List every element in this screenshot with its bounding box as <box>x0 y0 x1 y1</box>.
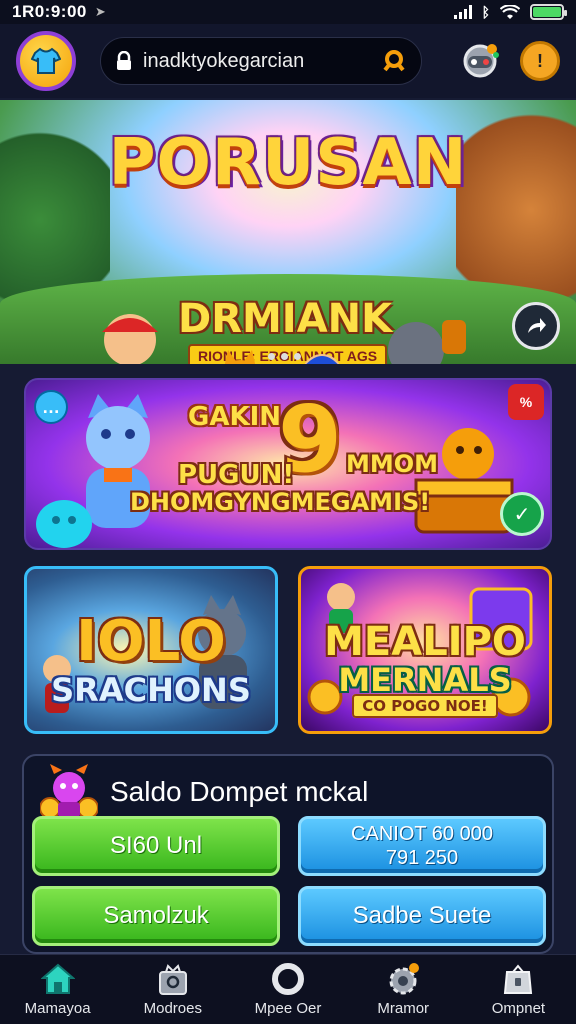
blue-blob-character <box>36 500 92 548</box>
nav-item-ompnet[interactable]: Ompnet <box>461 955 576 1024</box>
promo-line-left: PUGUN! <box>178 460 295 490</box>
key-icon[interactable] <box>381 48 407 74</box>
promo-label-top: GAKIN <box>188 402 282 432</box>
gray-bear-character <box>388 320 466 364</box>
wallet-button-4[interactable]: Sadbe Suete <box>298 886 546 946</box>
carousel-dot[interactable] <box>281 353 288 360</box>
tile-title: MEALIPO <box>324 619 526 665</box>
wifi-icon <box>500 4 520 19</box>
blue-hair-character <box>304 354 340 364</box>
shirt-icon <box>31 47 61 74</box>
nav-item-modroes[interactable]: Modroes <box>115 955 230 1024</box>
nav-label: Ompnet <box>491 1000 546 1017</box>
info-coin-button[interactable]: ! <box>520 41 560 81</box>
orange-fox-character <box>224 350 256 364</box>
share-button[interactable] <box>512 302 560 350</box>
battery-icon <box>530 4 567 20</box>
chat-bubble-icon[interactable]: … <box>34 390 68 424</box>
wallet-button-2[interactable]: CANIOT 60 000 791 250 <box>298 816 546 876</box>
wallet-button-label: SI60 Unl <box>109 832 203 859</box>
location-arrow-icon: ➤ <box>94 4 106 19</box>
lock-icon <box>117 51 131 70</box>
carousel-dot[interactable] <box>294 353 301 360</box>
url-bar[interactable]: inadktyokegarcian <box>100 37 422 85</box>
promo-line-right: MMOM <box>346 450 439 478</box>
red-character <box>102 314 158 364</box>
wallet-button-3[interactable]: Samolzuk <box>32 886 280 946</box>
nav-label: Modroes <box>143 1000 202 1017</box>
signal-icon <box>453 5 472 19</box>
nav-label: Mamayoa <box>24 1000 91 1017</box>
wallet-button-label: Sadbe Suete <box>352 902 492 929</box>
nav-item-home[interactable]: Mamayoa <box>0 955 115 1024</box>
status-time: 1R0:9:00 <box>12 2 87 21</box>
game-tile-mealipo[interactable]: MEALIPO MERNALS CO POGO NOE! <box>298 566 552 734</box>
bluetooth-icon: ᛒ <box>481 4 490 20</box>
wallet-card: Saldo Dompet mckal SI60 Unl CANIOT 60 00… <box>22 754 554 954</box>
hero-banner[interactable]: PORUSAN DRMIANK RIONLE: ERGIANNOT AGS <box>0 100 576 364</box>
wallet-mascot-icon <box>40 764 98 819</box>
wallet-button-1[interactable]: SI60 Unl <box>32 816 280 876</box>
tile-title: IOLO <box>76 609 226 674</box>
nav-item-mpee-oer[interactable]: Mpee Oer <box>230 955 345 1024</box>
status-bar: 1R0:9:00 ➤ ᛒ <box>0 0 576 24</box>
nav-label: Mramor <box>377 1000 430 1017</box>
tile-tagline: CO POGO NOE! <box>301 694 549 718</box>
game-controller-settings-icon[interactable] <box>458 41 502 81</box>
ring-icon <box>272 963 304 995</box>
checkmark-icon[interactable]: ✓ <box>500 492 544 536</box>
carousel-dots[interactable] <box>268 353 301 360</box>
share-arrow-icon <box>528 318 546 333</box>
tile-subtitle: SRACHONS <box>51 671 251 709</box>
wallet-button-label: CANIOT 60 000 <box>351 823 493 845</box>
gift-box-icon <box>158 964 187 995</box>
game-tile-srachons[interactable]: IOLO SRACHONS <box>24 566 278 734</box>
hero-title: PORUSAN <box>108 126 468 200</box>
home-icon <box>40 963 75 994</box>
carousel-dot[interactable] <box>268 353 275 360</box>
top-bar: inadktyokegarcian ! <box>0 24 576 98</box>
wallet-bag-icon <box>504 964 533 994</box>
wallet-title: Saldo Dompet mckal <box>110 776 369 807</box>
tile-tagline-text: CO POGO NOE! <box>352 694 498 718</box>
bottom-nav: Mamayoa Modroes Mpee Oer Mramor Ompnet <box>0 954 576 1024</box>
profile-avatar-button[interactable] <box>16 31 76 91</box>
wallet-button-label: Samolzuk <box>103 902 209 929</box>
promo-corner-badge: % <box>508 384 544 420</box>
url-text: inadktyokegarcian <box>143 49 305 72</box>
gear-badge-icon <box>389 963 420 995</box>
nav-item-mramor[interactable]: Mramor <box>346 955 461 1024</box>
nav-label: Mpee Oer <box>254 1000 322 1017</box>
wallet-button-amount: 791 250 <box>385 847 459 869</box>
promo-line-bottom: DHOMGYNGMEGAMIS! <box>130 488 431 516</box>
promo-banner[interactable]: … % ✓ GAKIN 9 PUGUN! MMOM DHOMGYNGMEGAMI… <box>24 378 552 550</box>
